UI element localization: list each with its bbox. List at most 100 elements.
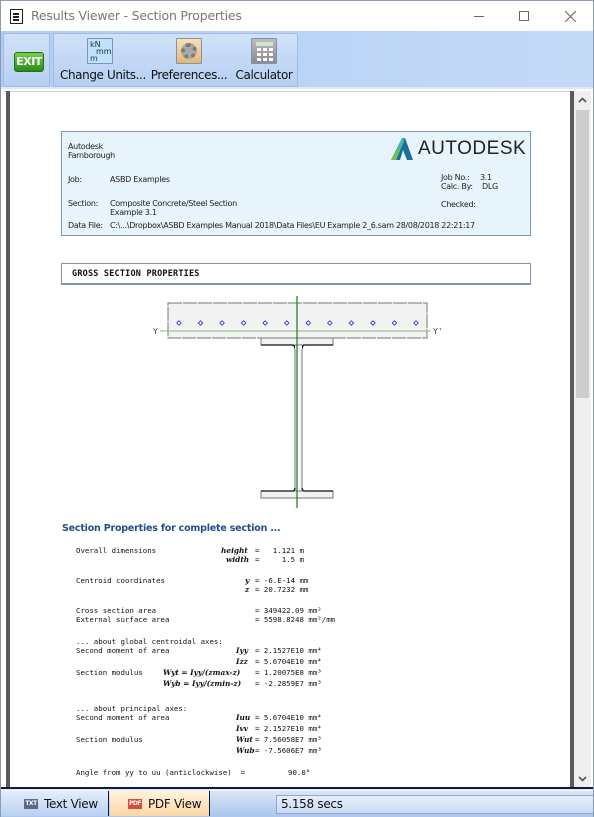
autodesk-logo: AUTODESK (391, 138, 526, 162)
calcby-label: Calc. By: (441, 182, 473, 191)
timing-display: 5.158 secs (276, 795, 593, 814)
minimize-icon (474, 15, 484, 17)
calcby-value: DLG (482, 182, 498, 191)
job-label: Job: (68, 175, 82, 184)
ivv-symbol: Ivv (236, 724, 249, 733)
scroll-up-button[interactable] (574, 91, 591, 108)
gross-section-title: GROSS SECTION PROPERTIES (72, 269, 200, 279)
cross-section-area-label: Cross section area (76, 606, 157, 615)
external-surface-label: External surface area (76, 615, 170, 624)
wub-value: = -7.5606E7 mm³ (255, 746, 322, 755)
section-example: Example 3.1 (110, 208, 157, 217)
tab-text-view[interactable]: TXT Text View (1, 791, 109, 816)
angle-value: 90.0° (288, 768, 311, 777)
scroll-down-button[interactable] (574, 770, 591, 787)
steel-web (295, 346, 302, 491)
tools-group: kN mm m Change Units... Preferences... C… (53, 33, 298, 87)
width-symbol: width (226, 555, 250, 564)
title-bar: Results Viewer - Section Properties (1, 1, 593, 31)
text-view-label: Text View (44, 796, 98, 811)
iuu-value: = 5.6704E10 mm⁴ (255, 713, 322, 722)
preferences-button[interactable]: Preferences... (150, 38, 228, 86)
section-drawing: Y Y' (153, 296, 443, 508)
height-value: = 1.121 m (255, 546, 304, 555)
iyy-value: = 2.1527E10 mm⁴ (255, 646, 322, 655)
second-moment-label-principal: Second moment of area (76, 713, 170, 722)
jobno-label: Job No.: (441, 173, 470, 182)
text-file-icon: TXT (24, 798, 38, 809)
units-icon-m: m (90, 54, 98, 63)
section-modulus-label-principal: Section modulus (76, 735, 143, 744)
calculator-button[interactable]: Calculator (234, 38, 294, 86)
angle-label: Angle from yy to uu (anticlockwise) = (76, 768, 246, 777)
autodesk-logo-icon (391, 138, 413, 160)
principal-axes-heading: ... about principal axes: (76, 704, 188, 713)
maximize-button[interactable] (501, 1, 547, 31)
overall-dimensions-label: Overall dimensions (76, 546, 157, 555)
section-label: Section: (68, 199, 99, 208)
report-header: Autodesk Farnborough Job: ASBD Examples … (61, 131, 531, 236)
checked-label: Checked: (441, 200, 476, 209)
close-button[interactable] (547, 1, 593, 31)
tab-pdf-view[interactable]: PDF PDF View (110, 791, 210, 816)
section-modulus-label-global: Section modulus (76, 668, 143, 677)
window-title: Results Viewer - Section Properties (31, 8, 242, 23)
toolbar-ribbon: EXIT kN mm m Change Units... Preferences… (1, 31, 593, 89)
autodesk-logo-text: AUTODESK (418, 138, 527, 159)
company-location: Farnborough (68, 151, 115, 160)
centroid-label: Centroid coordinates (76, 576, 165, 585)
izz-value: = 5.6704E10 mm⁴ (255, 657, 322, 666)
wut-value: = 7.56058E7 mm³ (255, 735, 322, 744)
minimize-button[interactable] (456, 1, 502, 31)
job-value: ASBD Examples (110, 175, 170, 184)
change-units-button[interactable]: kN mm m Change Units... (60, 38, 146, 86)
global-axes-heading: ... about global centroidal axes: (76, 637, 223, 646)
external-surface-value: = 5598.8248 mm²/mm (255, 615, 336, 624)
width-value: = 1.5 m (255, 555, 304, 564)
exit-group: EXIT (3, 33, 50, 87)
maximize-icon (519, 11, 529, 21)
calculator-label: Calculator (235, 68, 293, 82)
vertical-scrollbar[interactable] (574, 91, 591, 787)
gross-section-heading: GROSS SECTION PROPERTIES (61, 263, 531, 285)
gear-icon (176, 38, 202, 64)
axis-label-y-prime: Y' (433, 327, 443, 336)
wub-symbol: Wub (236, 746, 255, 755)
centroid-z-value: = 20.7232 mm (255, 585, 309, 594)
wyt-value: = 1.20075E8 mm³ (255, 668, 322, 677)
axis-label-y: Y (153, 327, 158, 336)
units-icon: kN mm m (87, 38, 113, 64)
datafile-value: C:\...\Dropbox\ASBD Examples Manual 2018… (110, 221, 475, 230)
document-app-icon (10, 9, 23, 24)
centroid-z-symbol: z (245, 585, 250, 594)
izz-symbol: Izz (236, 657, 248, 666)
section-diagram: Y Y' (140, 296, 460, 508)
company-name: Autodesk (68, 142, 103, 151)
datafile-label: Data File: (68, 221, 103, 230)
section-value: Composite Concrete/Steel Section (110, 199, 237, 208)
height-symbol: height (221, 546, 248, 555)
cross-section-area-value: = 349422.09 mm² (255, 606, 322, 615)
section-properties-title: Section Properties for complete section … (62, 523, 281, 534)
centroid-y-value: = -6.E-14 mm (255, 576, 309, 585)
wyb-expression: Wyb = Iyy/(zmin-z) (163, 679, 242, 688)
wyt-expression: Wyt = Iyy/(zmax-z) (163, 668, 241, 677)
preferences-label: Preferences... (150, 68, 228, 82)
iuu-symbol: Iuu (236, 713, 251, 722)
pdf-file-icon: PDF (128, 798, 142, 809)
calculator-icon (251, 38, 277, 64)
wut-symbol: Wut (236, 735, 253, 744)
ivv-value: = 2.1527E10 mm⁴ (255, 724, 322, 733)
chevron-down-icon (578, 775, 587, 782)
jobno-value: 3.1 (480, 173, 492, 182)
second-moment-label-global: Second moment of area (76, 646, 170, 655)
status-bar: TXT Text View PDF PDF View 5.158 secs (1, 787, 593, 817)
chevron-up-icon (578, 96, 587, 103)
close-icon (564, 10, 576, 22)
pdf-view-label: PDF View (148, 796, 202, 811)
scroll-thumb[interactable] (576, 110, 589, 398)
centroid-y-symbol: y (245, 576, 250, 585)
exit-button[interactable]: EXIT (14, 52, 44, 72)
report-page: Autodesk Farnborough Job: ASBD Examples … (10, 92, 570, 786)
iyy-symbol: Iyy (236, 646, 249, 655)
